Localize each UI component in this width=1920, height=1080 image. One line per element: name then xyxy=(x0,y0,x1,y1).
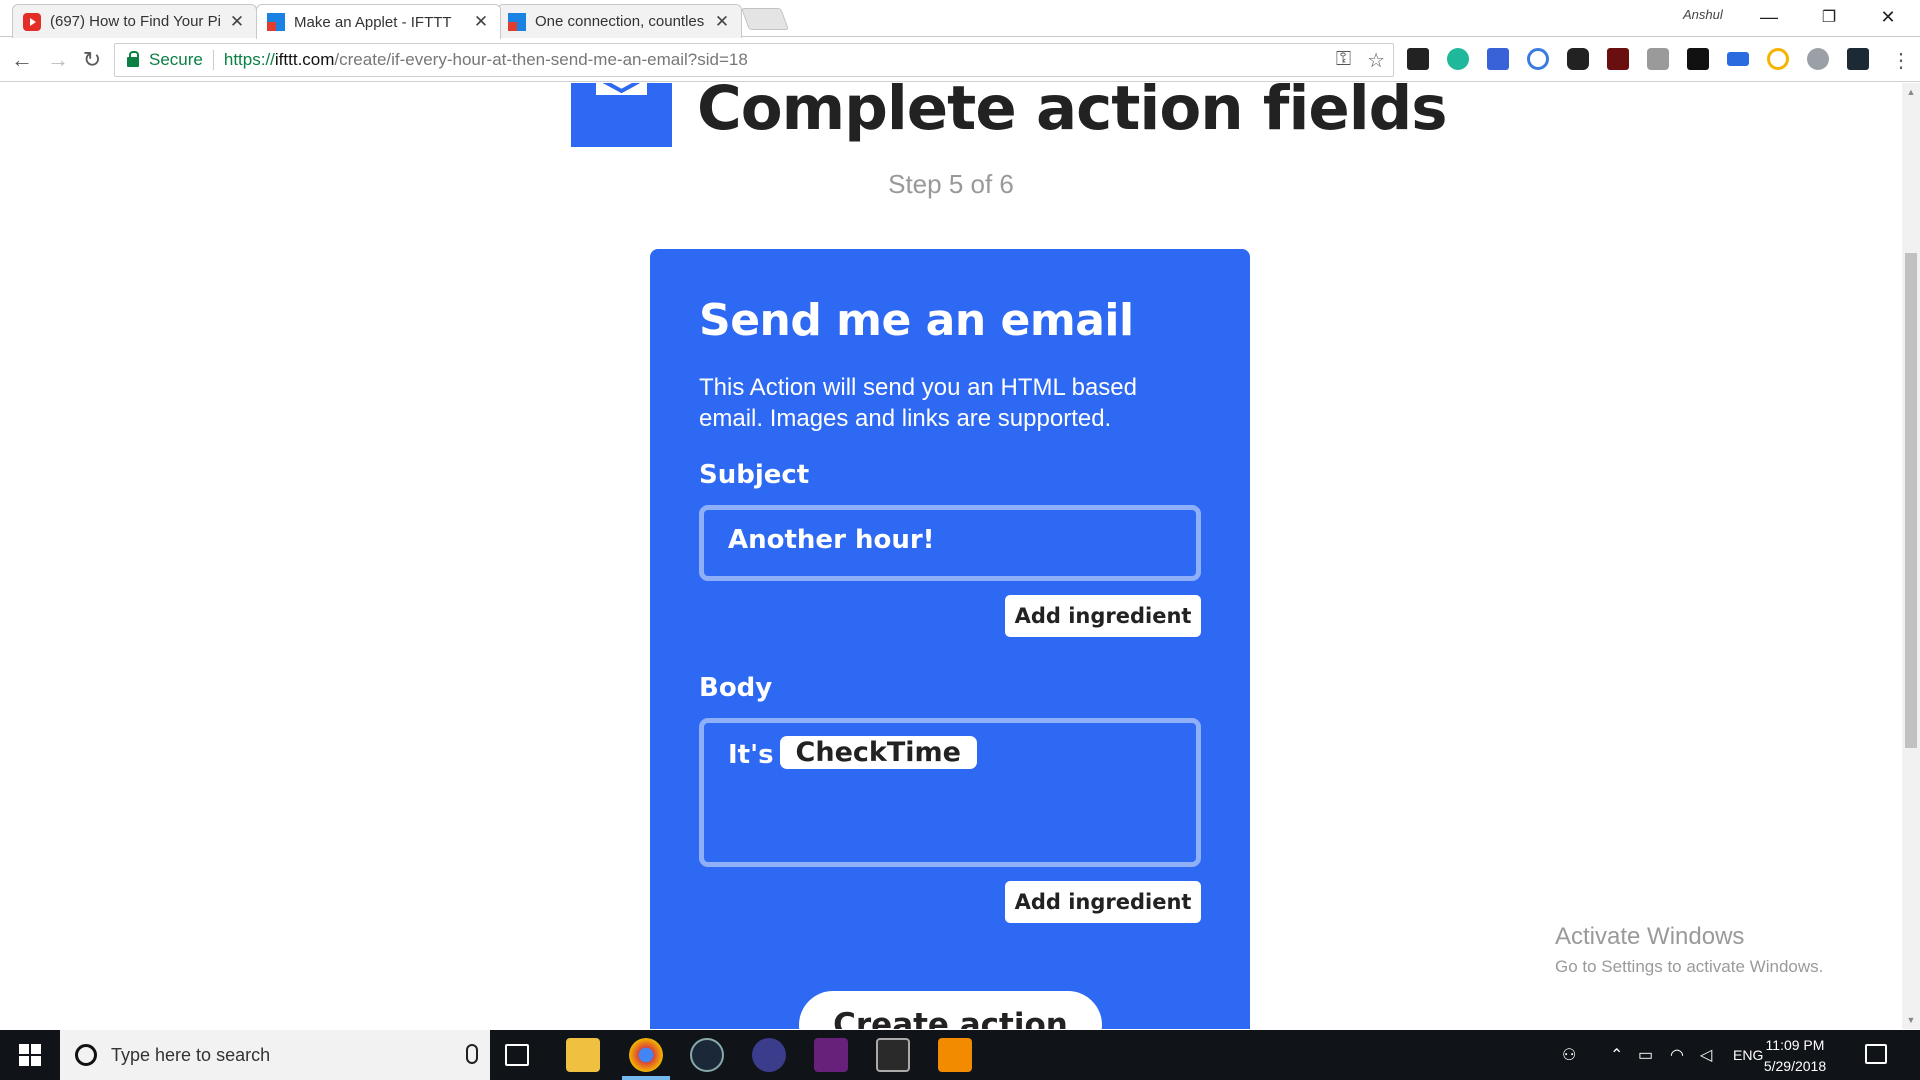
ingredient-pill[interactable]: CheckTime xyxy=(779,736,977,769)
secure-label: Secure xyxy=(149,50,203,69)
people-icon[interactable]: ⚇ xyxy=(1562,1030,1576,1080)
watermark-subtitle: Go to Settings to activate Windows. xyxy=(1555,957,1824,976)
forward-button[interactable]: → xyxy=(44,46,72,74)
body-add-ingredient-button[interactable]: Add ingredient xyxy=(1005,881,1201,923)
browser-toolbar: ← → ↻ Secure https://ifttt.com/create/if… xyxy=(0,38,1920,82)
terminal-icon[interactable] xyxy=(876,1038,910,1072)
screen: (697) How to Find Your Pi ✕ Make an Appl… xyxy=(0,0,1920,1080)
email-icon xyxy=(571,83,672,147)
react-devtools-icon[interactable] xyxy=(1847,48,1869,70)
body-prefix: It's xyxy=(728,740,774,770)
watermark-title: Activate Windows xyxy=(1555,923,1745,950)
page-scrollbar[interactable]: ▲ ▼ xyxy=(1902,83,1920,1029)
close-window-button[interactable]: ✕ xyxy=(1860,0,1916,34)
address-bar[interactable]: Secure https://ifttt.com/create/if-every… xyxy=(114,43,1394,77)
chrome-icon[interactable] xyxy=(629,1038,663,1072)
subject-add-ingredient-button[interactable]: Add ingredient xyxy=(1005,595,1201,637)
divider xyxy=(212,50,214,70)
microphone-icon[interactable] xyxy=(466,1044,478,1064)
tab-make-an-applet[interactable]: Make an Applet - IFTTT ✕ xyxy=(256,4,501,39)
new-tab-button[interactable] xyxy=(740,8,790,30)
close-icon[interactable]: ✕ xyxy=(228,12,246,32)
task-view-icon[interactable] xyxy=(505,1044,529,1066)
step-indicator: Step 5 of 6 xyxy=(888,169,1014,199)
search-placeholder: Type here to search xyxy=(111,1044,271,1065)
tab-title: One connection, countles xyxy=(535,13,705,30)
action-card: Send me an email This Action will send y… xyxy=(650,249,1250,1029)
start-button[interactable] xyxy=(0,1030,60,1080)
body-value: It's CheckTime xyxy=(728,736,977,771)
subject-value: Another hour! xyxy=(728,525,935,555)
wifi-icon[interactable]: ◠ xyxy=(1670,1030,1684,1080)
tab-one-connection[interactable]: One connection, countles ✕ xyxy=(497,4,742,38)
subject-field[interactable]: Another hour! xyxy=(699,505,1201,581)
extension-calendar-icon[interactable] xyxy=(1487,48,1509,70)
action-title: Send me an email xyxy=(699,295,1134,346)
url-host: ifttt.com xyxy=(274,50,335,69)
notification-center-icon[interactable] xyxy=(1865,1044,1887,1064)
volume-icon[interactable]: ◁ xyxy=(1700,1030,1712,1080)
body-label: Body xyxy=(699,673,773,703)
windows-logo-icon xyxy=(19,1044,41,1066)
extension-stack-icon[interactable] xyxy=(1727,52,1749,66)
close-icon[interactable]: ✕ xyxy=(713,12,731,32)
browser-tab-strip: (697) How to Find Your Pi ✕ Make an Appl… xyxy=(0,0,1920,39)
scroll-thumb[interactable] xyxy=(1905,253,1917,748)
bookmark-star-icon[interactable]: ☆ xyxy=(1367,48,1385,73)
scroll-up-icon[interactable]: ▲ xyxy=(1902,85,1920,99)
chrome-menu-icon[interactable]: ⋮ xyxy=(1887,46,1915,74)
minimize-button[interactable]: — xyxy=(1741,0,1797,34)
extension-mv-icon[interactable] xyxy=(1607,48,1629,70)
ifttt-icon xyxy=(267,13,285,31)
system-clock[interactable]: 11:09 PM 5/29/2018 xyxy=(1750,1035,1840,1077)
camera-icon[interactable] xyxy=(1647,48,1669,70)
profile-name[interactable]: Anshul xyxy=(1683,7,1723,22)
steam-icon[interactable] xyxy=(690,1038,724,1072)
scroll-down-icon[interactable]: ▼ xyxy=(1902,1013,1920,1027)
page-content: Complete action fields Step 5 of 6 Send … xyxy=(0,83,1902,1029)
key-icon[interactable]: ⚿ xyxy=(1336,48,1351,73)
battery-icon[interactable]: ▭ xyxy=(1638,1030,1653,1080)
extension-eyes-icon[interactable] xyxy=(1567,48,1589,70)
reload-button[interactable]: ↻ xyxy=(78,46,106,74)
ifttt-icon xyxy=(508,12,526,31)
omnibox-icons: ⚿ ☆ xyxy=(1336,48,1385,73)
file-explorer-icon[interactable] xyxy=(566,1038,600,1072)
extension-sync-icon[interactable] xyxy=(1527,48,1549,70)
tab-title: Make an Applet - IFTTT xyxy=(294,13,452,31)
amazon-icon[interactable] xyxy=(1687,48,1709,70)
clock-date: 5/29/2018 xyxy=(1763,1058,1827,1074)
subject-label: Subject xyxy=(699,460,810,490)
close-icon[interactable]: ✕ xyxy=(472,12,490,32)
url-path: /create/if-every-hour-at-then-send-me-an… xyxy=(334,50,748,69)
apps-grid-icon[interactable] xyxy=(1407,48,1429,70)
tab-youtube[interactable]: (697) How to Find Your Pi ✕ xyxy=(12,4,257,38)
lock-icon xyxy=(127,51,139,67)
cortana-icon xyxy=(75,1044,97,1066)
back-button[interactable]: ← xyxy=(8,46,36,74)
windows-taskbar: Type here to search ⚇ ⌃ ▭ ◠ ◁ ENG 11:09 … xyxy=(0,1030,1920,1080)
create-action-button[interactable]: Create action xyxy=(799,991,1102,1029)
restore-button[interactable]: ❐ xyxy=(1801,0,1857,34)
tab-title: (697) How to Find Your Pi xyxy=(50,13,220,30)
active-app-indicator xyxy=(622,1076,670,1080)
show-hidden-icons[interactable]: ⌃ xyxy=(1610,1030,1623,1080)
eclipse-icon[interactable] xyxy=(752,1038,786,1072)
page-title: Complete action fields xyxy=(697,83,1448,144)
clock-time: 11:09 PM xyxy=(1765,1037,1825,1053)
extension-check-icon[interactable] xyxy=(1767,48,1789,70)
extension-globe-icon[interactable] xyxy=(1807,48,1829,70)
url-scheme: https:// xyxy=(223,50,275,69)
activate-windows-watermark: Activate Windows Go to Settings to activ… xyxy=(1555,923,1823,977)
taskbar-search[interactable]: Type here to search xyxy=(60,1030,490,1080)
extension-m-icon[interactable] xyxy=(1447,48,1469,70)
body-field[interactable]: It's CheckTime xyxy=(699,718,1201,867)
sublime-text-icon[interactable] xyxy=(938,1038,972,1072)
visual-studio-icon[interactable] xyxy=(814,1038,848,1072)
action-description: This Action will send you an HTML based … xyxy=(699,374,1137,432)
youtube-icon xyxy=(23,12,41,31)
